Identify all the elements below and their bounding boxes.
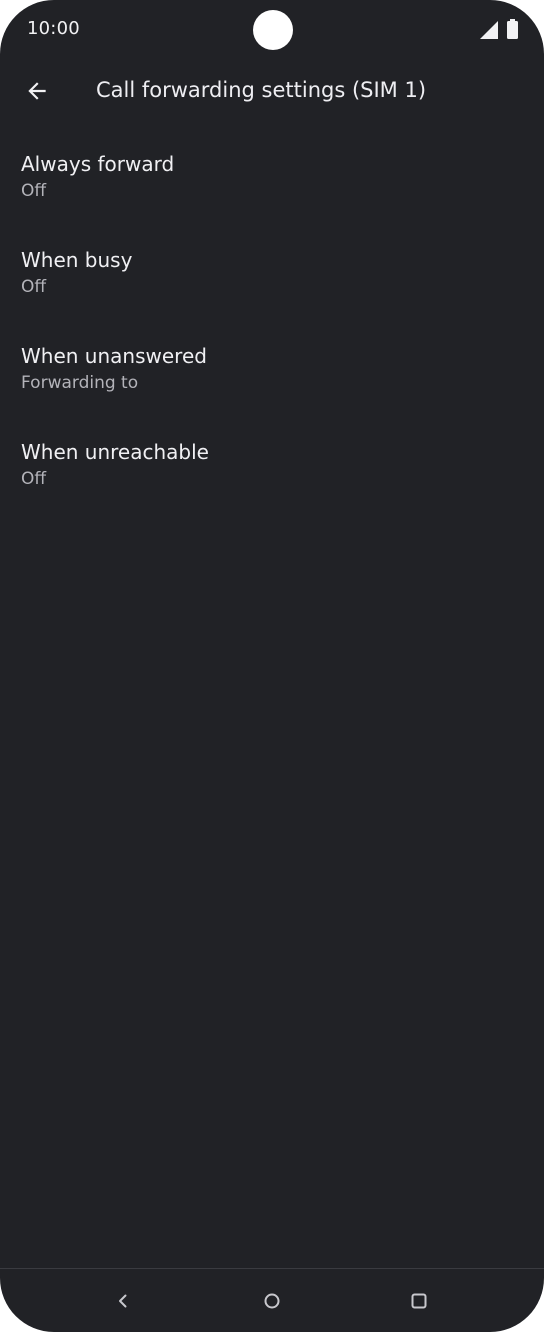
navigation-bar [0, 1268, 544, 1332]
back-button[interactable] [14, 68, 60, 114]
setting-summary: Off [21, 181, 47, 201]
setting-when-busy[interactable]: When busy Off [0, 236, 544, 332]
setting-title: When busy [21, 248, 133, 272]
setting-title: When unreachable [21, 440, 209, 464]
setting-summary: Off [21, 277, 47, 297]
phone-screen: 10:00 Call forwarding settings (SIM 1) A… [0, 0, 544, 1332]
arrow-back-icon [28, 82, 46, 100]
nav-home-button[interactable] [254, 1283, 290, 1319]
page-title: Call forwarding settings (SIM 1) [96, 78, 427, 102]
setting-title: When unanswered [21, 344, 207, 368]
setting-summary: Forwarding to [21, 373, 139, 393]
nav-recents-button[interactable] [401, 1283, 437, 1319]
setting-when-unreachable[interactable]: When unreachable Off [0, 428, 544, 524]
setting-title: Always forward [21, 152, 175, 176]
battery-icon [507, 19, 518, 39]
status-time: 10:00 [27, 18, 80, 39]
settings-list: Always forward Off When busy Off When un… [0, 140, 544, 524]
nav-back-icon [119, 1294, 127, 1308]
cellular-signal-icon [480, 21, 498, 39]
nav-back-button[interactable] [105, 1283, 141, 1319]
status-bar: 10:00 [0, 0, 544, 60]
setting-when-unanswered[interactable]: When unanswered Forwarding to [0, 332, 544, 428]
app-bar: Call forwarding settings (SIM 1) [0, 62, 544, 124]
setting-always-forward[interactable]: Always forward Off [0, 140, 544, 236]
nav-home-icon [264, 1293, 280, 1309]
setting-summary: Off [21, 469, 47, 489]
camera-cutout [253, 10, 293, 50]
nav-recents-icon [411, 1293, 427, 1309]
